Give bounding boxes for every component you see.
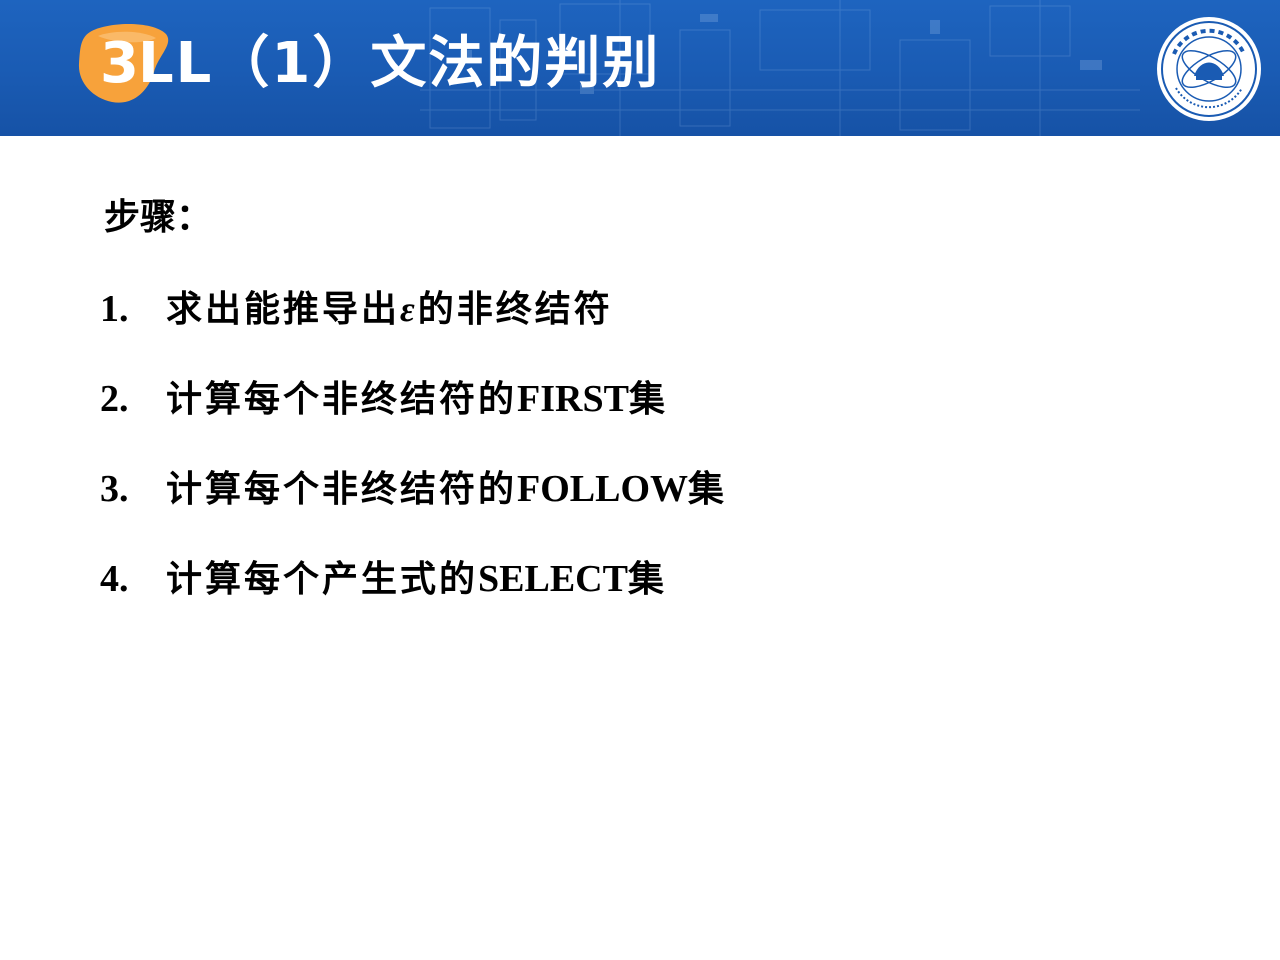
step-item-3: 3. 计算每个非终结符的FOLLOW集 [100,464,727,514]
step-item-1: 1. 求出能推导出ε的非终结符 [100,284,613,334]
set-name: SELECT [478,558,628,600]
slide-section-number: 3 [100,31,139,96]
step-number: 4. [100,558,129,600]
slide-header-band: 3 LL（1）文法的判别 [0,0,1280,136]
step-number: 1. [100,288,129,330]
epsilon-symbol: ε [400,289,418,329]
step-text: 计算每个非终结符的FOLLOW集 [166,464,727,514]
step-number: 2. [100,378,129,420]
step-text: 计算每个非终结符的FIRST集 [166,374,668,424]
step-text-after: 集 [627,558,667,600]
slide-title: LL（1）文法的判别 [138,31,661,96]
step-text-before: 计算每个非终结符的 [166,468,518,510]
slide-body: 步骤： 1. 求出能推导出ε的非终结符 2. 计算每个非终结符的FIRST集 3. 计… [0,136,1280,960]
step-text-after: 集 [688,468,728,510]
set-name: FIRST [517,378,629,420]
step-text-before: 计算每个非终结符的 [166,378,518,420]
step-text: 计算每个产生式的SELECT集 [166,554,667,604]
step-text-after: 的非终结符 [417,288,613,330]
step-item-2: 2. 计算每个非终结符的FIRST集 [100,374,668,424]
university-seal-icon [1157,17,1261,121]
set-name: FOLLOW [517,468,689,510]
step-number: 3. [100,468,129,510]
step-text-before: 求出能推导出 [166,288,401,330]
step-text-before: 计算每个产生式的 [166,558,479,600]
step-text-after: 集 [628,378,668,420]
steps-heading: 步骤： [104,196,213,238]
step-item-4: 4. 计算每个产生式的SELECT集 [100,554,667,604]
step-text: 求出能推导出ε的非终结符 [166,284,613,334]
